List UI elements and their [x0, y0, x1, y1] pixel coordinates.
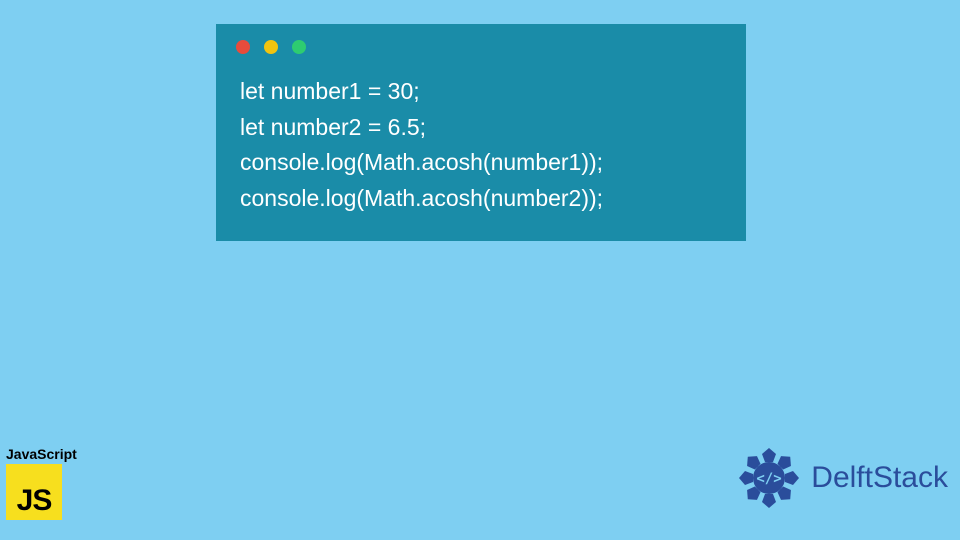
- brand-logo: </> DelftStack: [735, 444, 948, 512]
- javascript-logo-icon: JS: [6, 464, 62, 520]
- close-icon: [236, 40, 250, 54]
- brand-name: DelftStack: [811, 461, 948, 495]
- javascript-badge: JavaScript JS: [6, 446, 77, 520]
- code-line: let number1 = 30;: [240, 74, 722, 110]
- window-controls: [216, 24, 746, 62]
- code-line: console.log(Math.acosh(number2));: [240, 181, 722, 217]
- code-line: let number2 = 6.5;: [240, 110, 722, 146]
- code-line: console.log(Math.acosh(number1));: [240, 145, 722, 181]
- code-window: let number1 = 30; let number2 = 6.5; con…: [216, 24, 746, 241]
- javascript-logo-text: JS: [17, 486, 52, 520]
- code-content: let number1 = 30; let number2 = 6.5; con…: [216, 62, 746, 241]
- maximize-icon: [292, 40, 306, 54]
- javascript-label: JavaScript: [6, 446, 77, 462]
- svg-text:</>: </>: [757, 471, 782, 487]
- minimize-icon: [264, 40, 278, 54]
- delftstack-icon: </>: [735, 444, 803, 512]
